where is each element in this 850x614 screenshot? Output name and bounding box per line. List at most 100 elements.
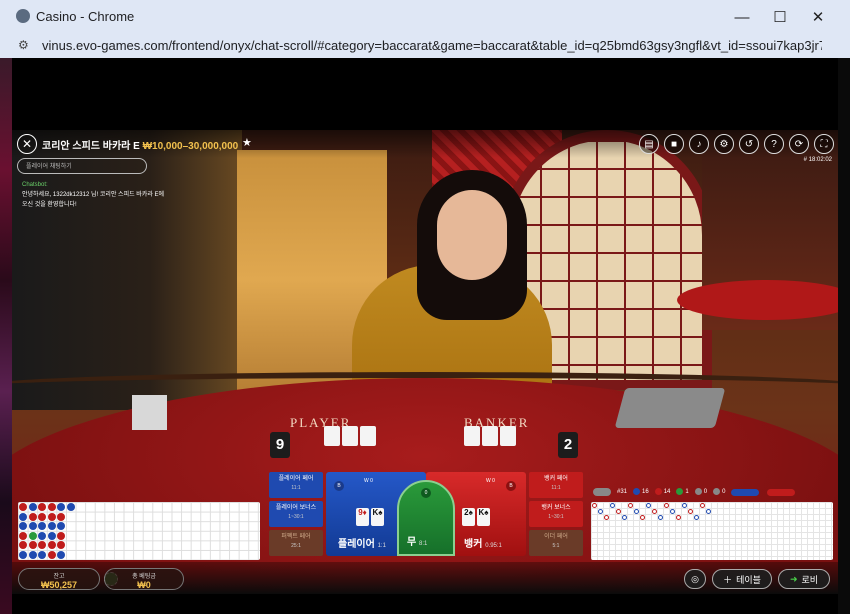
big-road-mark (694, 515, 699, 520)
player-bonus-bet[interactable]: 플레이어 보너스 1~30:1 (269, 501, 323, 527)
window-titlebar: Casino - Chrome — ☐ ✕ (0, 0, 850, 34)
bead-road-mark (38, 541, 47, 550)
round-count: #31 (617, 489, 628, 495)
big-road[interactable] (591, 502, 833, 560)
banker-label: 뱅커 (464, 539, 483, 550)
fullscreen-icon[interactable]: ⛶ (814, 134, 834, 154)
settings-icon[interactable]: ⚙ (714, 134, 734, 154)
banker-dot-icon (654, 488, 662, 496)
big-road-mark (646, 503, 651, 508)
banker-bonus-label: 뱅커 보너스 (541, 505, 571, 511)
bead-road-mark (47, 503, 56, 511)
table-limits[interactable]: ₩10,000–30,000,000 (143, 141, 239, 152)
banker-pair-label: 뱅커 페어 (544, 476, 568, 482)
player-pair-bet[interactable]: 플레이어 페어 11:1 (269, 472, 323, 498)
total-bet-value: ₩0 (137, 580, 151, 590)
banker-card-1: 2♠ (462, 508, 475, 526)
table-title: 코리안 스피드 바카라 E ₩10,000–30,000,000 (42, 137, 238, 152)
player-dot-icon (633, 488, 641, 496)
big-road-mark (676, 515, 681, 520)
sound-icon[interactable]: ♪ (689, 134, 709, 154)
app-icon (16, 9, 30, 23)
player-bet-label: 플레이어 1:1 (338, 535, 386, 550)
bead-road-mark (38, 503, 47, 511)
chat-icon[interactable]: ▤ (639, 134, 659, 154)
road-toggle[interactable] (593, 488, 611, 496)
bp-dot-icon (713, 488, 721, 496)
big-road-mark (664, 503, 669, 508)
bp-count: 0 (722, 489, 726, 496)
close-game-button[interactable]: ✕ (17, 134, 37, 154)
bead-road-mark (38, 512, 47, 521)
site-settings-icon[interactable]: ⚙ (18, 38, 32, 52)
maximize-button[interactable]: ☐ (760, 4, 800, 30)
url-text[interactable]: vinus.evo-games.com/frontend/onyx/chat-s… (42, 38, 822, 53)
bead-road-mark (19, 522, 27, 531)
banker-bet-label: 뱅커 0.95:1 (464, 535, 502, 550)
banker-bonus-bet[interactable]: 뱅커 보너스 1~30:1 (529, 501, 583, 527)
player-count: 16 (642, 489, 649, 496)
chat-username: Chatsbot: (22, 182, 48, 188)
total-bet-display: 총 베팅금 ₩0 (104, 568, 184, 590)
bet-panel: 플레이어 페어 11:1 플레이어 보너스 1~30:1 퍼펙트 페어 25:1… (269, 472, 583, 556)
chips-button[interactable]: ◎ (684, 569, 706, 589)
banker-pair-odds: 11:1 (551, 485, 561, 491)
table-name-text: 코리안 스피드 바카라 E (42, 141, 140, 152)
either-pair-label: 이더 페어 (544, 534, 568, 540)
game-top-bar: ✕ 코리안 스피드 바카라 E ₩10,000–30,000,000 ★ ▤ ■… (12, 130, 838, 158)
bead-road-mark (19, 531, 27, 540)
bead-road-mark (19, 503, 27, 511)
player-odds: 1:1 (377, 543, 386, 549)
perfect-pair-odds: 25:1 (291, 543, 301, 549)
perfect-pair-label: 퍼펙트 페어 (281, 534, 311, 540)
tie-label: 무 (407, 537, 417, 548)
chat-input[interactable]: 플레이어 채팅하기 (17, 158, 147, 174)
player-pair-odds: 11:1 (291, 485, 301, 491)
help-icon[interactable]: ? (764, 134, 784, 154)
balance-label: 잔고 (53, 574, 65, 580)
window-title: Casino - Chrome (36, 9, 135, 24)
big-road-mark (658, 515, 663, 520)
video-icon[interactable]: ■ (664, 134, 684, 154)
banker-pair-bet[interactable]: 뱅커 페어 11:1 (529, 472, 583, 498)
bead-road-mark (67, 503, 75, 511)
address-bar[interactable]: ⚙ vinus.evo-games.com/frontend/onyx/chat… (0, 34, 850, 59)
tie-bet[interactable]: 0 무 8:1 (397, 480, 455, 556)
minimize-button[interactable]: — (722, 4, 762, 30)
player-card-1: 9♦ (356, 508, 369, 526)
table-button[interactable]: ＋ 테이블 (712, 569, 772, 589)
chat-message-text: 안녕하세요, 1322dk12312 님! 코리안 스피드 바카라 E에 오신 … (22, 192, 165, 208)
ask-player-button[interactable] (731, 488, 760, 496)
bead-road-mark (47, 551, 56, 559)
player-card-2: K♠ (371, 508, 384, 526)
big-road-mark (688, 509, 693, 514)
player-cards: 9♦ K♠ (356, 508, 384, 526)
bead-road-mark (38, 531, 47, 540)
bead-road-mark (28, 531, 37, 540)
banker-cards: 2♠ K♠ (462, 508, 490, 526)
either-pair-bet[interactable]: 이더 페어 5:1 (529, 530, 583, 556)
card-shoe (614, 388, 726, 428)
table-card (482, 426, 498, 446)
bp-count-stat: 0 (713, 488, 726, 496)
game-toolbar: ▤ ■ ♪ ⚙ ↺ ? ⟳ ⛶ (639, 134, 834, 154)
ask-banker-button[interactable] (767, 488, 796, 496)
history-icon[interactable]: ↺ (739, 134, 759, 154)
player-score: 9 (270, 432, 290, 458)
favorite-icon[interactable]: ★ (242, 136, 252, 149)
perfect-pair-bet[interactable]: 퍼펙트 페어 25:1 (269, 530, 323, 556)
table-card (360, 426, 376, 446)
close-window-button[interactable]: ✕ (798, 4, 838, 30)
table-card (464, 426, 480, 446)
lobby-button[interactable]: ➜ 로비 (778, 569, 830, 589)
reload-icon[interactable]: ⟳ (789, 134, 809, 154)
table-card (342, 426, 358, 446)
big-road-mark (628, 503, 633, 508)
bead-road-mark (57, 512, 66, 521)
big-road-mark (640, 515, 645, 520)
banker-odds: 0.95:1 (485, 543, 502, 549)
bead-road[interactable] (18, 502, 260, 560)
big-road-mark (622, 515, 627, 520)
bead-road-mark (47, 531, 56, 540)
big-road-mark (670, 509, 675, 514)
